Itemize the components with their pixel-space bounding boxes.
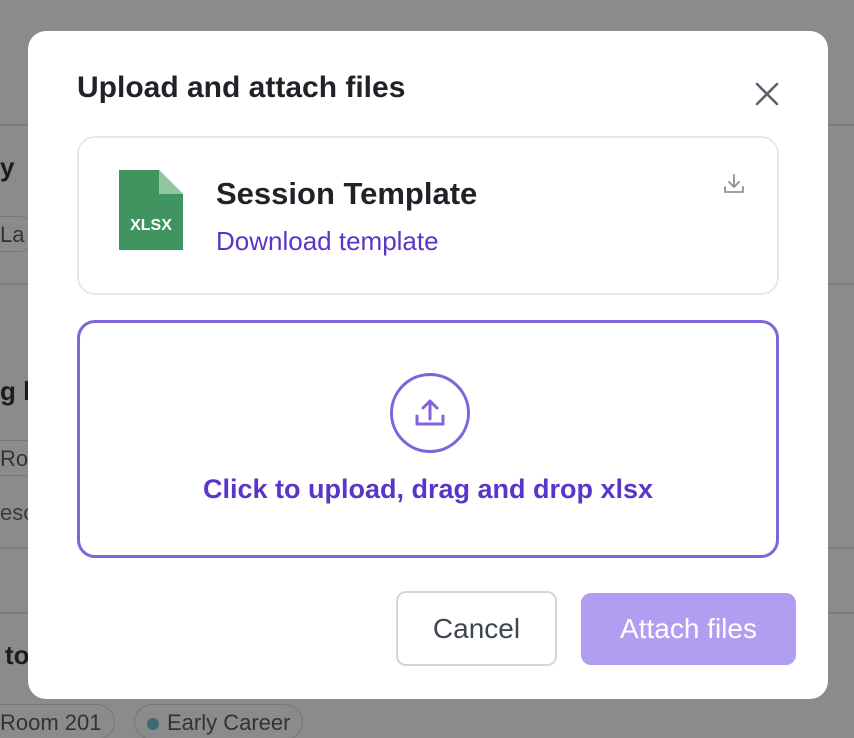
- bg-title-fragment: y: [0, 152, 15, 182]
- bg-title-fragment: g l: [0, 376, 31, 406]
- upload-dropzone[interactable]: Click to upload, drag and drop xlsx: [77, 320, 779, 558]
- dropzone-text: Click to upload, drag and drop xlsx: [202, 474, 654, 504]
- bg-chip-career: Early Career: [134, 704, 304, 738]
- bg-chip-room: Room 201: [0, 704, 115, 738]
- modal-title: Upload and attach files: [77, 71, 406, 104]
- upload-modal: Upload and attach files XLSX Session Tem…: [28, 31, 828, 699]
- upload-icon: [390, 373, 470, 453]
- close-button[interactable]: [748, 75, 786, 113]
- download-template-link[interactable]: Download template: [216, 226, 439, 257]
- status-dot: [147, 718, 159, 731]
- xlsx-file-icon: XLSX: [119, 170, 183, 250]
- close-icon: [755, 82, 779, 106]
- svg-text:XLSX: XLSX: [130, 217, 172, 234]
- bg-title-fragment: to: [5, 640, 30, 670]
- download-icon[interactable]: [722, 172, 746, 196]
- cancel-button[interactable]: Cancel: [396, 591, 557, 666]
- template-card: XLSX Session Template Download template: [77, 136, 779, 295]
- file-name: Session Template: [216, 176, 478, 211]
- attach-files-button[interactable]: Attach files: [581, 593, 796, 665]
